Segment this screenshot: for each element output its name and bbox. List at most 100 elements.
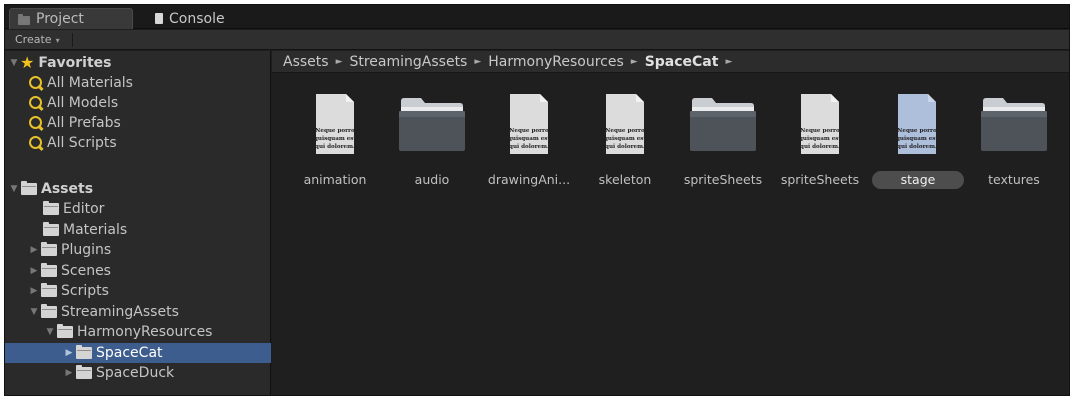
project-toolbar: Create ▾ <box>5 30 1069 50</box>
svg-text:qui dolorem.: qui dolorem. <box>800 144 840 150</box>
tab-project[interactable]: Project <box>9 8 133 29</box>
svg-text:Neque porro: Neque porro <box>897 128 937 134</box>
expand-triangle-icon[interactable]: ▼ <box>9 184 19 194</box>
folder-icon <box>43 222 59 236</box>
chevron-right-icon: ► <box>725 56 733 67</box>
folder-icon <box>76 365 92 379</box>
tree-item-materials[interactable]: Materials <box>5 220 271 240</box>
svg-text:quisquam est: quisquam est <box>315 136 355 142</box>
tree-item-spacecat[interactable]: ▶ SpaceCat <box>5 343 271 363</box>
svg-text:quisquam est: quisquam est <box>800 136 840 142</box>
asset-item-spritesheets[interactable]: Neque porro quisquam est qui dolorem. sprit… <box>773 93 867 193</box>
folder-icon <box>57 324 73 338</box>
svg-text:Neque porro: Neque porro <box>800 128 840 134</box>
project-tree: ▼ ★ Favorites All Materials All Models A… <box>5 51 271 395</box>
assets-row[interactable]: ▼ Assets <box>5 179 271 199</box>
breadcrumb-current[interactable]: SpaceCat <box>645 54 719 70</box>
tab-bar: Project Console <box>5 5 1069 29</box>
asset-label: stage <box>872 171 964 189</box>
tree-item-editor[interactable]: Editor <box>5 199 271 219</box>
svg-text:Neque porro: Neque porro <box>315 128 355 134</box>
chevron-right-icon: ► <box>630 56 638 67</box>
favorite-item-label: All Scripts <box>47 135 117 151</box>
create-dropdown-button[interactable]: Create ▾ <box>11 33 73 47</box>
favorites-label: Favorites <box>38 55 112 71</box>
favorite-item-all-materials[interactable]: All Materials <box>5 73 271 93</box>
document-icon: Neque porro quisquam est qui dolorem. <box>315 94 355 154</box>
search-icon <box>29 96 43 110</box>
breadcrumb-item[interactable]: Assets <box>283 54 329 70</box>
folder-icon <box>21 181 37 195</box>
asset-item-drawingani[interactable]: Neque porro quisquam est qui dolorem. drawi… <box>482 93 576 193</box>
svg-text:qui dolorem.: qui dolorem. <box>509 144 549 150</box>
project-window: Project Console Create ▾ ▼ ★ Favorites Al… <box>4 4 1070 396</box>
asset-label: textures <box>988 172 1040 187</box>
folder-icon <box>690 98 756 151</box>
tree-item-label: Materials <box>63 222 128 238</box>
asset-item-skeleton[interactable]: Neque porro quisquam est qui dolorem. skele… <box>578 93 672 193</box>
expand-triangle-icon[interactable]: ▶ <box>64 368 74 378</box>
breadcrumb-item[interactable]: StreamingAssets <box>349 54 467 70</box>
tree-item-spaceduck[interactable]: ▶ SpaceDuck <box>5 363 271 383</box>
asset-item-textures[interactable]: textures <box>967 93 1061 193</box>
asset-item-animation[interactable]: Neque porro quisquam est qui dolorem. anima… <box>288 93 382 193</box>
create-label: Create <box>15 33 52 46</box>
asset-label: audio <box>414 172 450 187</box>
chevron-down-icon: ▾ <box>55 36 60 45</box>
chevron-right-icon: ► <box>335 56 343 67</box>
tree-item-label: SpaceDuck <box>96 365 175 381</box>
expand-triangle-icon[interactable]: ▶ <box>29 245 39 255</box>
folder-icon <box>41 242 57 256</box>
favorites-row[interactable]: ▼ ★ Favorites <box>5 53 271 73</box>
tree-item-label: HarmonyResources <box>77 324 213 340</box>
chevron-right-icon: ► <box>474 56 482 67</box>
expand-triangle-icon[interactable]: ▶ <box>64 348 74 358</box>
star-icon: ★ <box>20 53 35 72</box>
search-icon <box>29 76 43 90</box>
console-icon <box>155 13 163 24</box>
folder-icon <box>981 98 1047 151</box>
svg-text:Neque porro: Neque porro <box>605 128 645 134</box>
tree-item-label: SpaceCat <box>96 345 163 361</box>
asset-label: drawingAni... <box>487 172 571 187</box>
asset-item-stage[interactable]: Neque porro quisquam est qui dolorem. stage <box>870 93 964 193</box>
asset-item-spritesheets[interactable]: spriteSheets <box>676 93 770 193</box>
expand-triangle-icon[interactable]: ▼ <box>9 58 19 68</box>
expand-triangle-icon[interactable]: ▼ <box>45 327 55 337</box>
asset-label: animation <box>303 172 367 187</box>
tree-item-label: Plugins <box>61 242 112 258</box>
search-icon <box>29 116 43 130</box>
assets-label: Assets <box>41 181 94 197</box>
asset-label: spriteSheets <box>780 172 860 187</box>
folder-icon <box>41 304 57 318</box>
asset-label: spriteSheets <box>683 172 763 187</box>
tree-item-scenes[interactable]: ▶ Scenes <box>5 261 271 281</box>
svg-text:quisquam est: quisquam est <box>605 136 645 142</box>
expand-triangle-icon[interactable]: ▶ <box>29 286 39 296</box>
tree-item-label: Scenes <box>61 263 111 279</box>
search-icon <box>29 136 43 150</box>
favorite-item-label: All Prefabs <box>47 115 121 131</box>
svg-text:qui dolorem.: qui dolorem. <box>897 144 937 150</box>
breadcrumb-item[interactable]: HarmonyResources <box>488 54 623 70</box>
expand-triangle-icon[interactable]: ▶ <box>29 266 39 276</box>
tree-item-plugins[interactable]: ▶ Plugins <box>5 240 271 260</box>
tree-item-harmonyresources[interactable]: ▼ HarmonyResources <box>5 322 271 342</box>
folder-icon <box>399 98 465 151</box>
expand-triangle-icon[interactable]: ▼ <box>29 307 39 317</box>
svg-text:qui dolorem.: qui dolorem. <box>605 144 645 150</box>
favorite-item-all-models[interactable]: All Models <box>5 93 271 113</box>
svg-text:Neque porro: Neque porro <box>509 128 549 134</box>
asset-browser: Assets ► StreamingAssets ► HarmonyResour… <box>272 51 1069 395</box>
folder-icon <box>76 345 92 359</box>
favorite-item-all-scripts[interactable]: All Scripts <box>5 133 271 153</box>
tab-project-label: Project <box>36 11 84 27</box>
asset-item-audio[interactable]: audio <box>385 93 479 193</box>
tab-console[interactable]: Console <box>147 8 267 29</box>
folder-icon <box>43 201 59 215</box>
favorite-item-all-prefabs[interactable]: All Prefabs <box>5 113 271 133</box>
folder-icon <box>41 263 57 277</box>
tree-item-streamingassets[interactable]: ▼ StreamingAssets <box>5 302 271 322</box>
tree-item-scripts[interactable]: ▶ Scripts <box>5 281 271 301</box>
tree-item-label: Editor <box>63 201 105 217</box>
